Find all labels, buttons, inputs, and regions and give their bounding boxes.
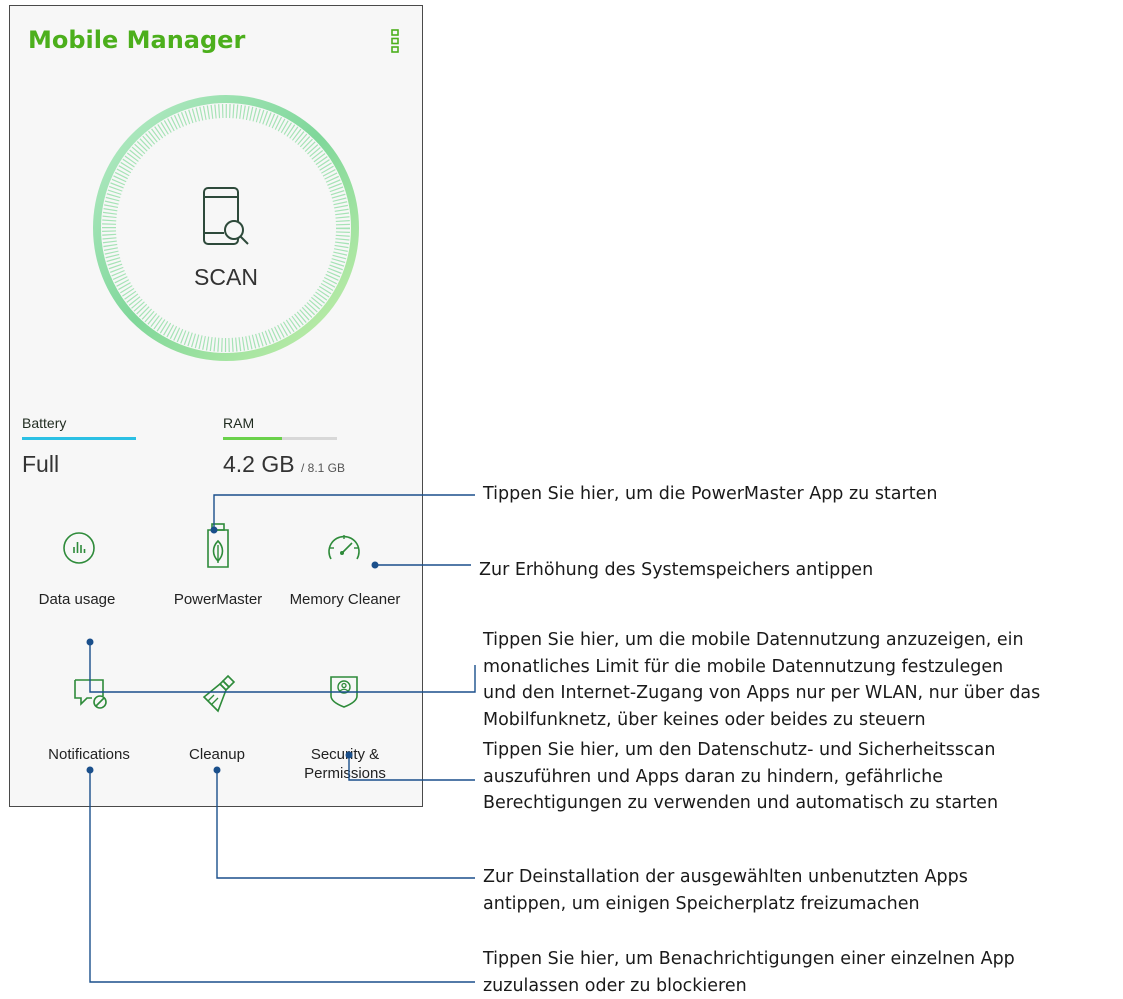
callout-line: Tippen Sie hier, um den Datenschutz- und… [483, 737, 998, 764]
leader-data-usage [90, 642, 475, 692]
leader-dot [87, 767, 94, 774]
callout-line: Mobilfunknetz, über keines oder beides z… [483, 707, 1040, 734]
callout-memory-cleaner: Zur Erhöhung des Systemspeichers antippe… [479, 557, 873, 584]
callout-line: Berechtigungen zu verwenden und automati… [483, 790, 998, 817]
leader-cleanup [217, 770, 475, 878]
callout-notifications: Tippen Sie hier, um Benachrichtigungen e… [483, 946, 1015, 999]
callout-line: auszuführen und Apps daran zu hindern, g… [483, 764, 998, 791]
callout-security: Tippen Sie hier, um den Datenschutz- und… [483, 737, 998, 817]
callout-line: Zur Erhöhung des Systemspeichers antippe… [479, 557, 873, 584]
callout-line: antippen, um einigen Speicherplatz freiz… [483, 891, 968, 918]
callout-line: zuzulassen oder zu blockieren [483, 973, 1015, 999]
leader-dot [346, 752, 353, 759]
callout-line: monatliches Limit für die mobile Datennu… [483, 654, 1040, 681]
leader-dot [372, 562, 379, 569]
leader-security [349, 755, 475, 780]
leader-notifications [90, 770, 475, 982]
leader-dot [87, 639, 94, 646]
callout-line: Zur Deinstallation der ausgewählten unbe… [483, 864, 968, 891]
leader-dot [214, 767, 221, 774]
callout-powermaster: Tippen Sie hier, um die PowerMaster App … [483, 481, 937, 508]
callout-line: und den Internet-Zugang von Apps nur per… [483, 680, 1040, 707]
leader-powermaster [214, 495, 475, 530]
callout-line: Tippen Sie hier, um die PowerMaster App … [483, 481, 937, 508]
callout-data-usage: Tippen Sie hier, um die mobile Datennutz… [483, 627, 1040, 733]
callout-cleanup: Zur Deinstallation der ausgewählten unbe… [483, 864, 968, 917]
callout-line: Tippen Sie hier, um die mobile Datennutz… [483, 627, 1040, 654]
leader-dot [211, 527, 218, 534]
callout-line: Tippen Sie hier, um Benachrichtigungen e… [483, 946, 1015, 973]
